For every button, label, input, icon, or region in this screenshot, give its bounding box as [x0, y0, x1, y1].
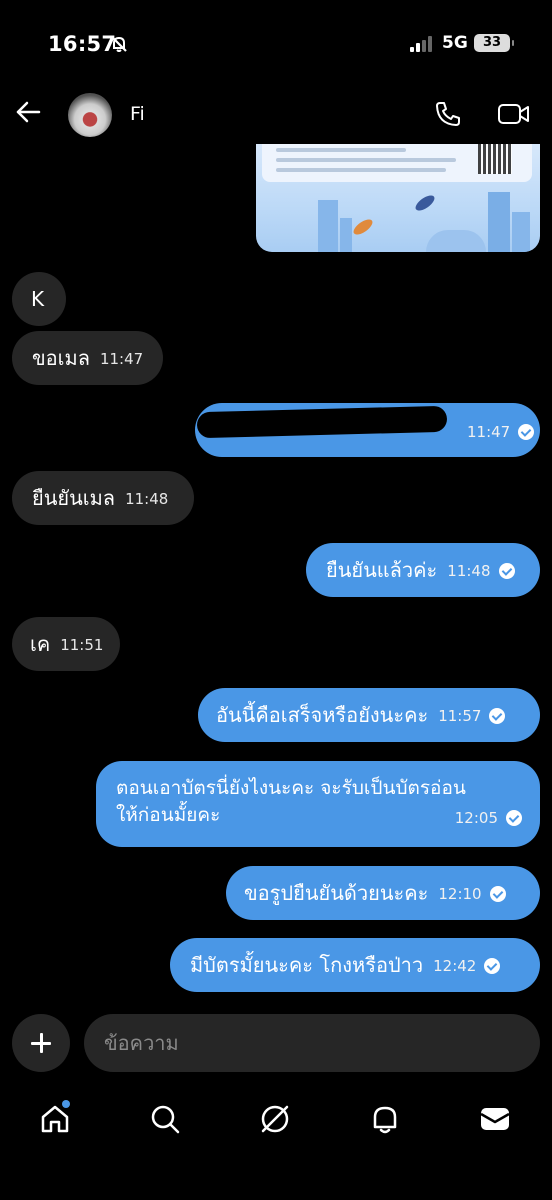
message-time: 12:42: [433, 957, 477, 975]
battery-icon: 33: [474, 34, 514, 52]
status-bar: 16:57 5G 33: [0, 0, 552, 88]
message-text: อันนี้คือเสร็จหรือยังนะคะ: [216, 703, 429, 727]
message-outgoing[interactable]: ยืนยันแล้วค่ะ 11:48: [306, 543, 540, 597]
read-check-icon: [498, 563, 515, 579]
message-outgoing[interactable]: ขอรูปยืนยันด้วยนะคะ 12:10: [226, 866, 540, 920]
read-check-icon: [489, 708, 506, 724]
message-text-line1: ตอนเอาบัตรนี่ยังไงนะคะ จะรับเป็นบัตรอ่อน: [116, 777, 466, 799]
message-time: 12:05: [454, 809, 498, 827]
message-text: เค: [30, 632, 51, 656]
message-list[interactable]: K ขอเมล 11:47 11:47 ยืนยันเมล 11:48 ยืนยัน…: [0, 144, 552, 1010]
chat-header: Fi: [0, 88, 552, 144]
read-check-icon: [484, 958, 501, 974]
message-time: 11:47: [99, 350, 144, 368]
message-incoming[interactable]: ขอเมล 11:47: [12, 331, 163, 385]
message-outgoing[interactable]: อันนี้คือเสร็จหรือยังนะคะ 11:57: [198, 688, 540, 742]
message-text: ขอเมล: [32, 346, 90, 370]
phone-icon[interactable]: [434, 100, 462, 128]
message-time: 12:10: [438, 885, 482, 903]
back-arrow-icon[interactable]: [14, 98, 42, 126]
message-outgoing[interactable]: ตอนเอาบัตรนี่ยังไงนะคะ จะรับเป็นบัตรอ่อน…: [96, 761, 540, 847]
signal-icon: [410, 36, 432, 52]
qr-code: [478, 144, 512, 174]
read-check-icon: [506, 810, 522, 826]
message-input[interactable]: [84, 1014, 540, 1072]
message-time: 11:51: [60, 636, 104, 654]
image-card: [262, 144, 532, 182]
message-incoming[interactable]: K: [12, 272, 66, 326]
message-outgoing[interactable]: มีบัตรมั้ยนะคะ โกงหรือป่าว 12:42: [170, 938, 540, 992]
message-time: 11:48: [447, 562, 491, 580]
message-time: 11:48: [125, 490, 169, 508]
message-incoming[interactable]: เค 11:51: [12, 617, 120, 671]
bell-slash-icon: [111, 36, 127, 52]
message-incoming[interactable]: ยืนยันเมล 11:48: [12, 471, 194, 525]
message-text-line2: ให้ก่อนมั้ยคะ: [116, 804, 221, 826]
contact-name[interactable]: Fi: [130, 103, 145, 125]
avatar[interactable]: [68, 93, 112, 137]
redaction-scribble: [196, 405, 448, 439]
shared-image[interactable]: [256, 144, 540, 252]
messages-icon[interactable]: [478, 1102, 512, 1136]
message-text: ยืนยันเมล: [32, 486, 116, 510]
message-text: มีบัตรมั้ยนะคะ โกงหรือป่าว: [190, 953, 424, 977]
message-time: 11:47: [467, 423, 511, 441]
bottom-nav: [0, 1092, 552, 1152]
message-text: ขอรูปยืนยันด้วยนะคะ: [244, 881, 429, 905]
search-icon[interactable]: [148, 1102, 182, 1136]
unread-dot: [62, 1100, 70, 1108]
video-call-icon[interactable]: [498, 102, 530, 126]
status-time: 16:57: [48, 32, 117, 56]
message-text: ยืนยันแล้วค่ะ: [326, 558, 438, 582]
message-text: K: [31, 287, 45, 311]
composer: [0, 1010, 552, 1082]
plus-icon[interactable]: [12, 1014, 70, 1072]
read-check-icon: [489, 886, 506, 902]
message-time: 11:57: [438, 707, 482, 725]
read-check-icon: [518, 424, 535, 440]
network-type: 5G: [442, 33, 468, 53]
notifications-icon[interactable]: [368, 1102, 402, 1136]
message-outgoing-redacted[interactable]: 11:47: [195, 403, 540, 457]
explore-icon[interactable]: [258, 1102, 292, 1136]
